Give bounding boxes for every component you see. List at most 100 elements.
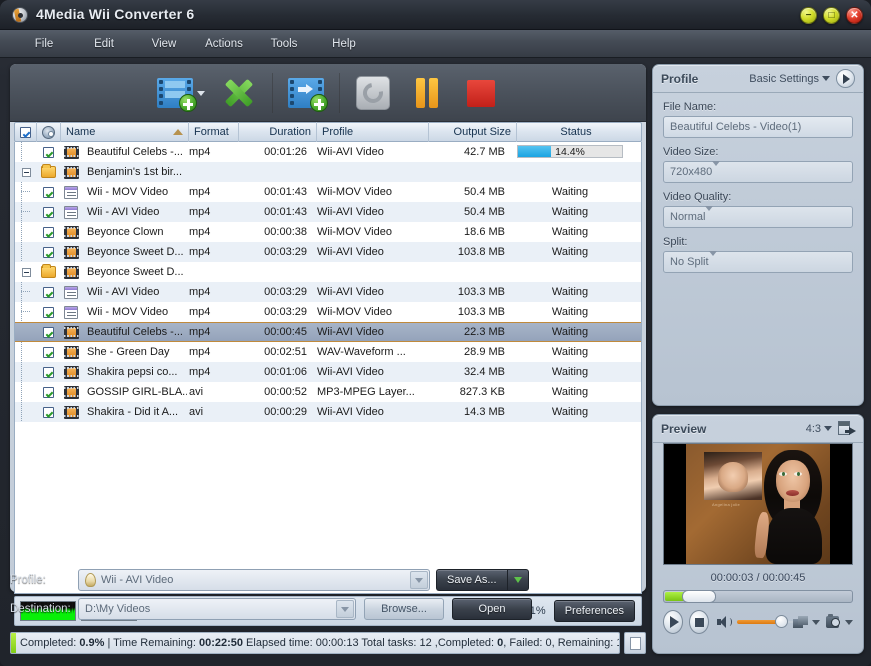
export-preview-icon[interactable]	[838, 421, 856, 436]
stop-button[interactable]	[454, 70, 508, 116]
file-name-input[interactable]: Beautiful Celebs - Video(1)	[663, 116, 853, 138]
maximize-button[interactable]: □	[823, 7, 840, 24]
open-button[interactable]: Open	[452, 598, 532, 620]
row-check-cell[interactable]	[37, 402, 59, 422]
header-select-all[interactable]	[15, 122, 37, 142]
table-row[interactable]: Beyonce Sweet D... mp4 00:03:29 Wii-AVI Vid…	[15, 242, 641, 262]
header-status[interactable]: Status	[517, 122, 635, 142]
profile-dropdown-arrow[interactable]	[410, 571, 428, 589]
table-row[interactable]: Beyonce Clown mp4 00:00:38 Wii-MOV Video 18.…	[15, 222, 641, 242]
volume-knob[interactable]	[774, 615, 788, 628]
menu-tools[interactable]: Tools	[254, 34, 314, 54]
destination-input[interactable]: D:\My Videos	[78, 598, 356, 620]
profile-select[interactable]: Wii - AVI Video	[78, 569, 430, 591]
expander-collapse-icon[interactable]	[21, 167, 31, 177]
preview-seek-slider[interactable]	[663, 590, 853, 603]
row-check-cell[interactable]	[37, 222, 59, 242]
row-check-cell[interactable]	[37, 322, 59, 342]
row-check-cell[interactable]	[37, 342, 59, 362]
row-checkbox[interactable]	[42, 366, 54, 378]
snapshot-icon[interactable]	[825, 614, 841, 628]
row-check-cell[interactable]	[37, 142, 59, 162]
volume-icon[interactable]	[717, 616, 733, 628]
row-check-cell[interactable]	[21, 202, 59, 222]
video-quality-dropdown-arrow[interactable]	[705, 206, 714, 223]
close-button[interactable]: ✕	[846, 7, 863, 24]
table-row[interactable]: Shakira pepsi co... mp4 00:01:06 Wii-AVI Vi…	[15, 362, 641, 382]
table-row[interactable]: Beautiful Celebs -... mp4 00:01:26 Wii-AVI …	[15, 142, 641, 162]
table-row[interactable]: Shakira - Did it A... avi 00:00:29 Wii-AVI …	[15, 402, 641, 422]
row-checkbox[interactable]	[42, 246, 54, 258]
menu-file[interactable]: File	[14, 34, 74, 54]
table-row[interactable]: Beyonce Sweet D...	[15, 262, 641, 282]
row-checkbox[interactable]	[42, 186, 54, 198]
menu-actions[interactable]: Actions	[194, 34, 254, 54]
add-file-button[interactable]	[150, 70, 212, 116]
row-check-cell[interactable]	[37, 362, 59, 382]
snapshot-dropdown-icon[interactable]	[845, 619, 854, 625]
row-check-cell[interactable]	[21, 182, 59, 202]
header-profile[interactable]: Profile	[317, 122, 429, 142]
row-check-cell[interactable]	[37, 382, 59, 402]
menu-edit[interactable]: Edit	[74, 34, 134, 54]
file-list[interactable]: Beautiful Celebs -... mp4 00:01:26 Wii-AVI …	[14, 142, 642, 594]
row-check-cell[interactable]	[21, 282, 59, 302]
table-row[interactable]: Wii - AVI Video mp4 00:03:29 Wii-AVI Video 1…	[15, 282, 641, 302]
chevron-down-icon[interactable]	[197, 90, 205, 96]
header-duration[interactable]: Duration	[239, 122, 317, 142]
table-row[interactable]: She - Green Day mp4 00:02:51 WAV-Waveform .…	[15, 342, 641, 362]
table-row[interactable]: Beautiful Celebs -... mp4 00:00:45 Wii-AVI …	[15, 322, 641, 342]
row-check-cell[interactable]	[37, 262, 59, 282]
split-select[interactable]: No Split	[663, 251, 853, 273]
snapshot-series-dropdown-icon[interactable]	[811, 619, 820, 625]
row-checkbox[interactable]	[42, 286, 54, 298]
preview-seek-knob[interactable]	[682, 590, 716, 603]
expand-settings-button[interactable]	[836, 69, 855, 88]
row-duration	[235, 162, 313, 182]
preview-play-button[interactable]	[663, 610, 684, 634]
save-as-button[interactable]: Save As...	[436, 569, 507, 591]
row-check-cell[interactable]	[37, 162, 59, 182]
log-button[interactable]	[624, 632, 646, 654]
snapshot-series-icon[interactable]	[792, 615, 808, 629]
video-size-select[interactable]: 720x480	[663, 161, 853, 183]
table-row[interactable]: Wii - MOV Video mp4 00:03:29 Wii-MOV Video 1…	[15, 302, 641, 322]
row-checkbox[interactable]	[42, 226, 54, 238]
add-clip-button[interactable]	[279, 70, 333, 116]
row-checkbox[interactable]	[42, 206, 54, 218]
row-checkbox[interactable]	[42, 146, 54, 158]
header-format[interactable]: Format	[189, 122, 239, 142]
table-row[interactable]: Wii - AVI Video mp4 00:01:43 Wii-AVI Video 5…	[15, 202, 641, 222]
select-all-checkbox[interactable]	[20, 126, 31, 138]
settings-mode-dropdown[interactable]: Basic Settings	[749, 73, 830, 85]
header-name[interactable]: Name	[61, 122, 189, 142]
split-dropdown-arrow[interactable]	[708, 251, 717, 268]
remove-file-button[interactable]	[212, 70, 266, 116]
row-checkbox[interactable]	[42, 406, 54, 418]
convert-button[interactable]	[346, 70, 400, 116]
expander-collapse-icon[interactable]	[21, 267, 31, 277]
preview-stop-button[interactable]	[689, 610, 710, 634]
pause-button[interactable]	[400, 70, 454, 116]
video-quality-select[interactable]: Normal	[663, 206, 853, 228]
table-row[interactable]: Benjamin's 1st bir...	[15, 162, 641, 182]
row-check-cell[interactable]	[21, 302, 59, 322]
row-checkbox[interactable]	[42, 326, 54, 338]
preview-screen[interactable]: Angelina jolie	[663, 443, 853, 565]
row-checkbox[interactable]	[42, 306, 54, 318]
video-size-dropdown-arrow[interactable]	[712, 161, 721, 178]
volume-slider[interactable]	[736, 615, 800, 628]
save-as-dropdown[interactable]	[506, 569, 529, 591]
row-check-cell[interactable]	[37, 242, 59, 262]
table-row[interactable]: GOSSIP GIRL-BLA... avi 00:00:52 MP3-MPEG La…	[15, 382, 641, 402]
destination-dropdown-arrow[interactable]	[336, 600, 354, 618]
header-output-size[interactable]: Output Size	[429, 122, 517, 142]
table-row[interactable]: Wii - MOV Video mp4 00:01:43 Wii-MOV Video 5…	[15, 182, 641, 202]
menu-view[interactable]: View	[134, 34, 194, 54]
menu-help[interactable]: Help	[314, 34, 374, 54]
browse-button[interactable]: Browse...	[364, 598, 444, 620]
row-checkbox[interactable]	[42, 386, 54, 398]
row-checkbox[interactable]	[42, 346, 54, 358]
aspect-ratio-dropdown[interactable]: 4:3	[806, 423, 832, 435]
minimize-button[interactable]: −	[800, 7, 817, 24]
